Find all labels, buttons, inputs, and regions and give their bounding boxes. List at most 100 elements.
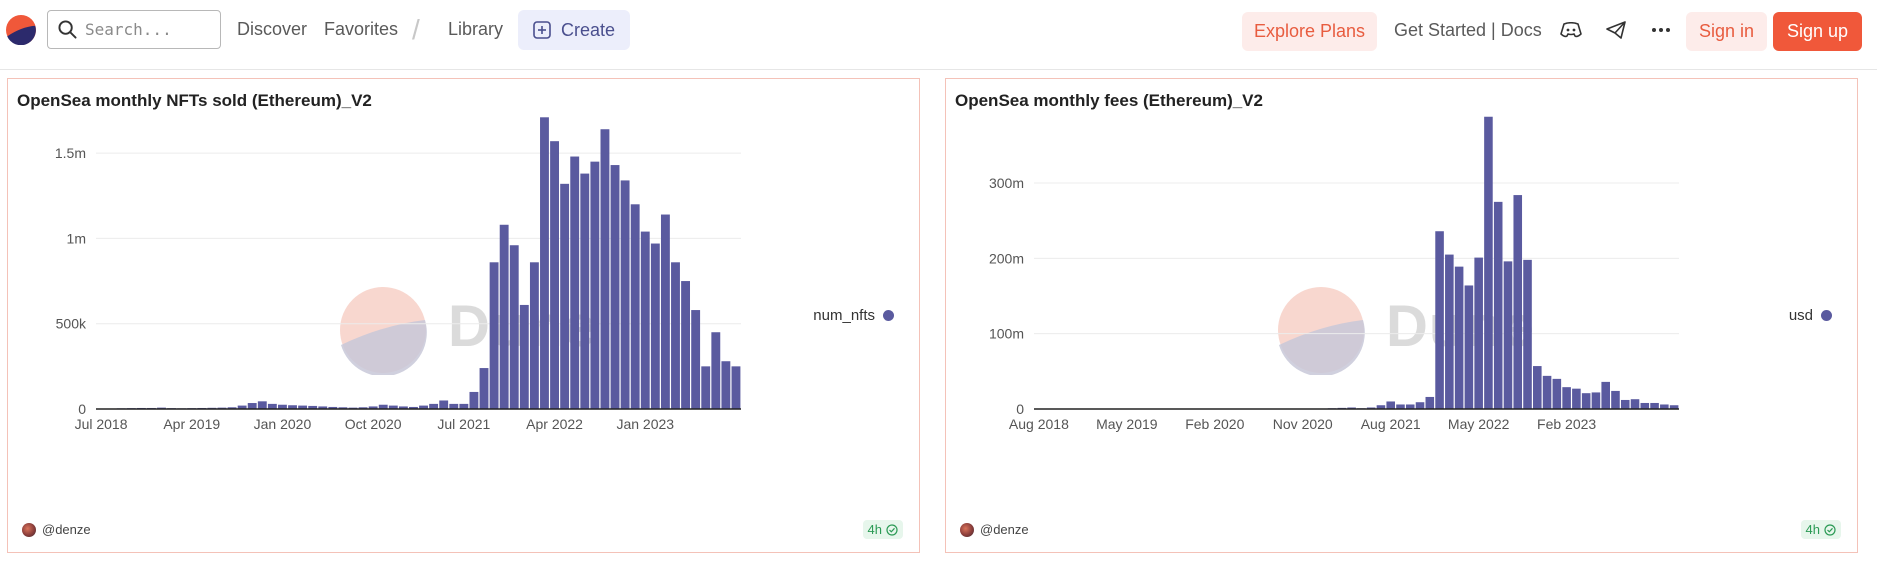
bar-chart-nfts: 0 500k 1m 1.5m Jul 2018 Apr 2019 Jan 2020 Oct 2… (55, 117, 741, 432)
bar[interactable] (479, 368, 489, 409)
top-navbar: Discover Favorites / Library Create Expl… (0, 0, 1877, 70)
bar[interactable] (439, 400, 449, 409)
bar[interactable] (721, 361, 731, 409)
y-tick-label: 0 (78, 401, 86, 417)
bar[interactable] (701, 366, 711, 409)
nav-divider: / (412, 14, 420, 45)
bar[interactable] (1513, 195, 1523, 409)
explore-plans-button[interactable]: Explore Plans (1242, 12, 1377, 51)
more-button[interactable] (1648, 17, 1674, 43)
bar[interactable] (650, 243, 660, 409)
x-tick-label: Apr 2022 (526, 416, 583, 432)
bar[interactable] (671, 262, 680, 409)
bar[interactable] (1533, 366, 1542, 409)
bar[interactable] (570, 156, 580, 409)
bar[interactable] (449, 403, 459, 409)
x-tick-label: Jul 2018 (75, 416, 128, 432)
bar[interactable] (711, 332, 721, 409)
legend-item[interactable]: usd (1789, 307, 1832, 324)
bar[interactable] (600, 129, 610, 409)
nav-library[interactable]: Library (448, 19, 503, 40)
bar[interactable] (1493, 201, 1503, 409)
y-tick-label: 500k (56, 316, 87, 332)
freshness-badge: 4h (1800, 520, 1841, 539)
bar[interactable] (1415, 402, 1425, 409)
bar[interactable] (620, 180, 630, 409)
bar[interactable] (489, 262, 499, 409)
bar[interactable] (691, 310, 701, 409)
bar[interactable] (1474, 257, 1483, 409)
bar[interactable] (1552, 378, 1562, 409)
bar[interactable] (550, 141, 559, 410)
bar[interactable] (1445, 254, 1454, 409)
legend-item[interactable]: num_nfts (813, 307, 894, 324)
bar[interactable] (1425, 396, 1435, 409)
nav-discover[interactable]: Discover (237, 19, 307, 40)
search-icon (58, 20, 77, 39)
y-tick-label: 1m (67, 230, 86, 246)
check-circle-icon (886, 523, 898, 536)
sign-up-button[interactable]: Sign up (1773, 12, 1862, 51)
legend-swatch (883, 310, 894, 321)
bar[interactable] (1581, 393, 1591, 409)
bar[interactable] (630, 204, 640, 409)
bar[interactable] (1650, 402, 1659, 409)
bar[interactable] (1484, 116, 1493, 409)
bar[interactable] (640, 231, 650, 409)
bar[interactable] (1542, 375, 1552, 409)
bar[interactable] (1630, 399, 1640, 409)
plus-square-icon (533, 21, 551, 39)
bar[interactable] (247, 403, 257, 409)
x-tick-label: Jul 2021 (437, 416, 490, 432)
x-tick-label: May 2019 (1096, 416, 1158, 432)
bar[interactable] (1640, 402, 1650, 409)
bar[interactable] (257, 401, 267, 409)
bar[interactable] (429, 403, 439, 409)
x-tick-label: Jan 2023 (616, 416, 674, 432)
bar[interactable] (529, 262, 539, 409)
nav-favorites[interactable]: Favorites (324, 19, 398, 40)
bar[interactable] (731, 366, 741, 409)
bar[interactable] (1601, 381, 1610, 409)
bar[interactable] (519, 304, 529, 409)
search-input[interactable] (83, 19, 207, 40)
discord-button[interactable] (1558, 17, 1584, 43)
avatar (22, 522, 36, 537)
bar[interactable] (469, 391, 479, 409)
author-link[interactable]: @denze (22, 522, 91, 537)
age-text: 4h (1805, 522, 1820, 537)
bar[interactable] (1591, 392, 1601, 409)
docs-link[interactable]: Get Started | Docs (1394, 20, 1542, 41)
x-tick-label: Jan 2020 (254, 416, 312, 432)
bar[interactable] (1435, 231, 1444, 409)
bar[interactable] (1611, 390, 1620, 409)
bar[interactable] (610, 165, 620, 409)
search-box[interactable] (47, 10, 221, 49)
bar[interactable] (1454, 266, 1464, 409)
bar[interactable] (560, 183, 570, 409)
bar[interactable] (459, 403, 469, 409)
bar[interactable] (660, 214, 670, 409)
bar[interactable] (1562, 387, 1571, 409)
bar[interactable] (267, 403, 277, 409)
bar[interactable] (1620, 399, 1630, 409)
bar[interactable] (1523, 259, 1532, 409)
bar[interactable] (540, 117, 549, 409)
sign-in-button[interactable]: Sign in (1686, 12, 1767, 51)
bar[interactable] (1572, 388, 1581, 409)
x-tick-label: Feb 2023 (1537, 416, 1596, 432)
bar[interactable] (499, 224, 509, 409)
bar[interactable] (1386, 401, 1395, 409)
bar[interactable] (590, 161, 600, 409)
create-button[interactable]: Create (518, 10, 630, 50)
author-link[interactable]: @denze (960, 522, 1029, 537)
dune-logo-icon[interactable] (6, 15, 36, 45)
bar[interactable] (580, 173, 590, 409)
bar[interactable] (681, 281, 691, 409)
bar[interactable] (1464, 285, 1474, 409)
bar[interactable] (1503, 261, 1513, 409)
bar[interactable] (509, 245, 519, 409)
legend-swatch (1821, 310, 1832, 321)
legend-label: usd (1788, 307, 1813, 324)
telegram-button[interactable] (1603, 17, 1629, 43)
